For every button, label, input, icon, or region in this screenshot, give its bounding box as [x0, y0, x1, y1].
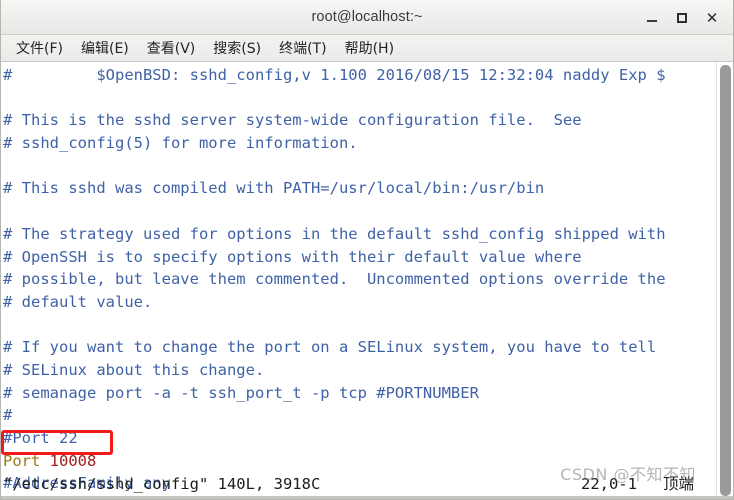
terminal-line: # — [3, 406, 13, 425]
menu-view[interactable]: 查看(V) — [138, 36, 205, 61]
minimize-icon — [647, 20, 657, 22]
port-space — [40, 452, 49, 470]
window-controls: ✕ — [639, 0, 725, 35]
terminal-line: #Port 22 — [3, 429, 78, 447]
close-icon: ✕ — [705, 8, 719, 27]
vim-cursor-position: 22,0-1 — [580, 475, 637, 493]
terminal-line-port: Port 10008 — [3, 450, 716, 473]
terminal-window: root@localhost:~ ✕ 文件(F) 编辑(E) 查看(V) 搜索(… — [0, 0, 734, 500]
scrollbar-thumb[interactable] — [720, 65, 731, 496]
terminal-line: # This sshd was compiled with PATH=/usr/… — [3, 179, 545, 198]
menu-file[interactable]: 文件(F) — [7, 36, 72, 61]
port-value: 10008 — [49, 451, 97, 470]
terminal-line: # possible, but leave them commented. Un… — [3, 270, 666, 289]
terminal-area: # $OpenBSD: sshd_config,v 1.100 2016/08/… — [1, 62, 733, 499]
close-button[interactable]: ✕ — [699, 5, 725, 31]
menu-help[interactable]: 帮助(H) — [336, 36, 403, 61]
minimize-button[interactable] — [639, 5, 665, 31]
terminal-line: # SELinux about this change. — [3, 360, 265, 379]
menu-terminal[interactable]: 终端(T) — [270, 36, 335, 61]
terminal-line: # $OpenBSD: sshd_config,v 1.100 2016/08/… — [3, 66, 666, 84]
window-title: root@localhost:~ — [311, 9, 423, 25]
vim-scroll-indicator: 顶端 — [662, 475, 694, 493]
menu-search[interactable]: 搜索(S) — [204, 36, 270, 61]
terminal-line: # If you want to change the port on a SE… — [3, 338, 657, 357]
terminal-line: # The strategy used for options in the d… — [3, 224, 666, 243]
maximize-button[interactable] — [669, 5, 695, 31]
title-bar[interactable]: root@localhost:~ ✕ — [1, 0, 733, 35]
vim-status-right: 22,0-1 顶端 — [581, 473, 694, 495]
terminal-line: # default value. — [3, 292, 153, 311]
terminal-line: # semanage port -a -t ssh_port_t -p tcp … — [3, 383, 479, 402]
maximize-icon — [677, 12, 687, 23]
vertical-scrollbar[interactable] — [716, 62, 733, 499]
window-bottom-edge — [1, 496, 733, 499]
terminal-screen[interactable]: # $OpenBSD: sshd_config,v 1.100 2016/08/… — [1, 62, 716, 499]
terminal-line: # This is the sshd server system-wide co… — [3, 111, 582, 130]
menu-bar: 文件(F) 编辑(E) 查看(V) 搜索(S) 终端(T) 帮助(H) — [1, 35, 733, 62]
terminal-line: # OpenSSH is to specify options with the… — [3, 247, 582, 266]
menu-edit[interactable]: 编辑(E) — [72, 36, 138, 61]
port-keyword: Port — [3, 451, 41, 470]
terminal-line: # sshd_config(5) for more information. — [3, 134, 358, 153]
